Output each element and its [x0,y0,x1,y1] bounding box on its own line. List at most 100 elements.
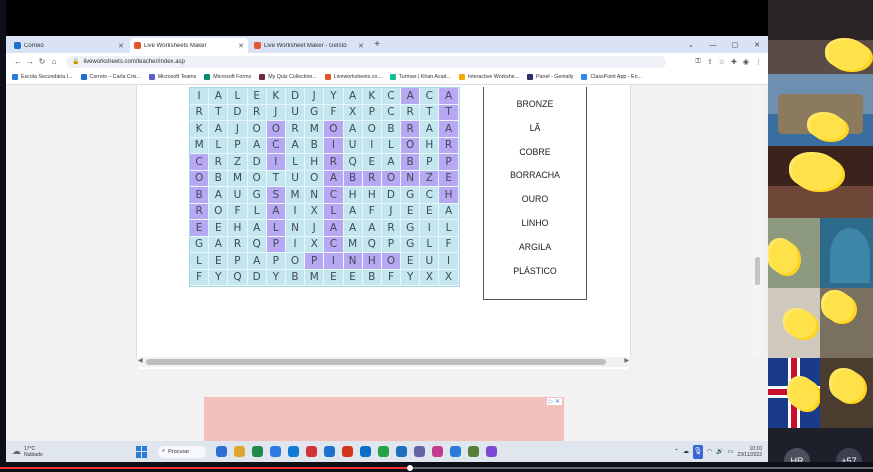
grid-cell[interactable]: P [266,236,286,253]
taskbar-app-icon[interactable] [252,446,263,457]
bookmark-item[interactable]: Interactive Workshe... [458,74,519,80]
browser-tab[interactable]: Correio ✕ [10,38,128,53]
grid-cell[interactable]: H [362,253,382,270]
grid-cell[interactable]: D [247,154,267,171]
cloud-tray-icon[interactable]: ☁ [683,448,689,455]
grid-cell[interactable]: J [266,104,286,121]
bookmark-item[interactable]: Microsoft Teams [148,74,196,80]
grid-cell[interactable]: M [305,121,325,138]
grid-cell[interactable]: Y [401,269,421,286]
minimize-icon[interactable]: — [702,38,724,53]
grid-cell[interactable]: K [190,121,210,138]
grid-cell[interactable]: F [324,104,344,121]
grid-cell[interactable]: A [247,137,267,154]
back-icon[interactable]: ← [12,57,24,66]
participant-tile[interactable] [768,218,820,288]
maximize-icon[interactable]: ▢ [724,38,746,53]
adchoices-icon[interactable]: ▷ ✕ [546,398,562,405]
close-icon[interactable]: ✕ [238,42,244,50]
grid-cell[interactable]: E [362,154,382,171]
grid-cell[interactable]: I [285,236,306,253]
battery-icon[interactable]: ▭ [728,448,734,455]
grid-cell[interactable]: L [420,236,440,253]
grid-cell[interactable]: I [420,220,440,237]
bookmark-item[interactable]: Turmas | Khan Acad... [389,74,451,80]
grid-cell[interactable]: M [228,170,248,187]
grid-cell[interactable]: U [228,187,248,204]
close-icon[interactable]: ✕ [118,42,124,50]
participant-tile[interactable]: HR +57 [768,428,873,462]
grid-cell[interactable]: P [439,154,459,171]
grid-cell[interactable]: H [305,154,325,171]
grid-cell[interactable]: F [228,203,248,220]
grid-cell[interactable]: O [247,121,267,138]
grid-cell[interactable]: B [305,137,325,154]
grid-cell[interactable]: G [305,104,325,121]
grid-cell[interactable]: R [439,137,459,154]
grid-cell[interactable]: I [324,137,344,154]
grid-cell[interactable]: C [324,187,344,204]
grid-cell[interactable]: A [343,121,363,138]
grid-cell[interactable]: P [266,253,286,270]
grid-cell[interactable]: C [420,187,440,204]
grid-cell[interactable]: O [381,253,402,270]
grid-cell[interactable]: A [209,236,229,253]
grid-cell[interactable]: R [401,104,421,121]
taskbar-app-icon[interactable] [324,446,335,457]
grid-cell[interactable]: E [439,170,459,187]
grid-cell[interactable]: F [439,236,459,253]
grid-cell[interactable]: A [362,220,382,237]
menu-icon[interactable]: ⋮ [755,58,762,66]
grid-cell[interactable]: H [439,187,459,204]
grid-cell[interactable]: Q [362,236,382,253]
bookmark-item[interactable]: Microsoft Forms [204,74,251,80]
grid-cell[interactable]: U [285,104,306,121]
grid-cell[interactable]: C [420,88,440,105]
grid-cell[interactable]: H [362,187,382,204]
grid-cell[interactable]: I [324,253,344,270]
forward-icon[interactable]: → [24,57,36,66]
grid-cell[interactable]: B [285,269,306,286]
grid-cell[interactable]: E [343,269,363,286]
close-window-icon[interactable]: ✕ [746,38,768,53]
close-icon[interactable]: ✕ [358,42,364,50]
profile-icon[interactable]: ◉ [743,58,749,66]
key-icon[interactable]: ⚿ [696,58,701,66]
grid-cell[interactable]: A [439,121,459,138]
grid-cell[interactable]: A [209,121,229,138]
new-tab-button[interactable]: + [370,38,384,53]
grid-cell[interactable]: P [228,137,248,154]
vertical-scroll-thumb[interactable] [755,257,760,285]
grid-cell[interactable]: J [381,203,402,220]
participant-tile[interactable] [768,288,820,358]
grid-cell[interactable]: L [190,253,210,270]
grid-cell[interactable]: C [381,88,402,105]
grid-cell[interactable]: E [401,253,421,270]
grid-cell[interactable]: A [266,203,286,220]
grid-cell[interactable]: R [228,236,248,253]
taskbar-app-icon[interactable] [306,446,317,457]
grid-cell[interactable]: T [266,170,286,187]
taskbar-app-icon[interactable] [216,446,227,457]
url-input[interactable]: 🔒 liveworksheets.com/teacher/index.asp [66,55,666,68]
grid-cell[interactable]: G [401,187,421,204]
bookmark-item[interactable]: Liveworksheets.co... [324,74,382,80]
wifi-icon[interactable]: ◠ [707,448,712,455]
grid-cell[interactable]: E [324,269,344,286]
taskbar-app-icon[interactable] [378,446,389,457]
grid-cell[interactable]: B [209,170,229,187]
grid-cell[interactable]: H [343,187,363,204]
bookmark-item[interactable]: Panel - Genially [527,74,573,80]
grid-cell[interactable]: R [209,154,229,171]
grid-cell[interactable]: I [190,88,210,105]
grid-cell[interactable]: A [209,88,229,105]
taskbar-app-icon[interactable] [450,446,461,457]
scroll-left-icon[interactable]: ◀ [138,357,143,364]
bookmark-item[interactable]: Escola Secundária I... [12,74,73,80]
grid-cell[interactable]: A [343,88,363,105]
grid-cell[interactable]: O [381,170,402,187]
grid-cell[interactable]: A [343,220,363,237]
grid-cell[interactable]: R [285,121,306,138]
grid-cell[interactable]: Y [209,269,229,286]
participant-tile[interactable] [768,358,820,428]
